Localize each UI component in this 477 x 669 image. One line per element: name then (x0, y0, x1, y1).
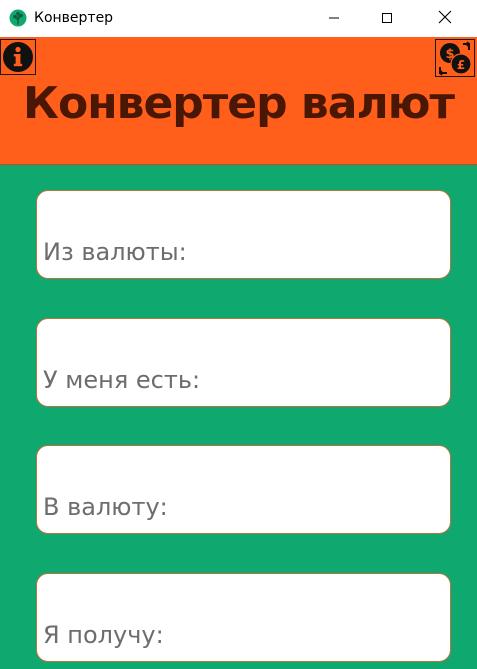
maximize-icon (381, 9, 393, 28)
minimize-icon (328, 9, 340, 28)
app-header: $ £ Конвертер валют (0, 37, 477, 165)
currency-swap-button[interactable]: $ £ (435, 39, 475, 77)
amount-receive-placeholder: Я получу: (43, 621, 164, 649)
close-icon (438, 9, 452, 28)
minimize-button[interactable] (307, 0, 361, 37)
from-currency-placeholder: Из валюты: (43, 238, 187, 266)
maximize-button[interactable] (360, 0, 414, 37)
amount-have-placeholder: У меня есть: (43, 366, 201, 394)
amount-have-field[interactable]: У меня есть: (36, 318, 451, 407)
to-currency-placeholder: В валюту: (43, 493, 168, 521)
tree-app-icon (9, 9, 27, 27)
page-title: Конвертер валют (23, 78, 455, 129)
to-currency-field[interactable]: В валюту: (36, 445, 451, 534)
amount-receive-field[interactable]: Я получу: (36, 573, 451, 662)
from-currency-field[interactable]: Из валюты: (36, 190, 451, 279)
info-button[interactable] (0, 39, 36, 75)
window-title: Конвертер (34, 10, 114, 26)
converter-form: Из валюты: У меня есть: В валюту: Я полу… (0, 165, 477, 669)
close-button[interactable] (418, 0, 472, 37)
svg-text:£: £ (457, 58, 465, 72)
window-titlebar: Конвертер (0, 0, 477, 37)
